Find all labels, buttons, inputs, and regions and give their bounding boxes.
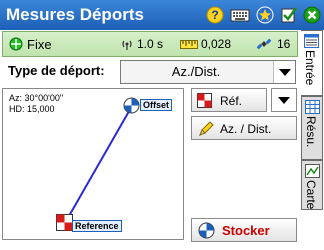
tab-entree[interactable]: Entrée <box>301 30 323 96</box>
close-icon[interactable] <box>303 6 321 24</box>
fix-status-icon <box>9 37 23 51</box>
app-title: Mesures Déports <box>6 5 144 24</box>
table-icon <box>305 100 320 114</box>
offset-type-select[interactable]: Az./Dist. <box>120 60 296 84</box>
offset-type-value: Az./Dist. <box>171 64 221 79</box>
reference-point-icon <box>56 214 73 231</box>
svg-text:?: ? <box>211 8 218 22</box>
satellite-icon <box>256 38 272 50</box>
help-icon[interactable]: ? <box>206 6 224 24</box>
reference-point-label: Reference <box>72 220 122 232</box>
tab-entree-label: Entrée <box>303 50 317 86</box>
reference-button-label: Réf. <box>220 94 243 108</box>
store-button[interactable]: Stocker <box>191 218 297 242</box>
tab-carte-label: Carte <box>304 180 318 210</box>
favorites-star-icon[interactable] <box>256 6 274 24</box>
offset-line <box>64 105 133 224</box>
offset-type-label: Type de déport: <box>8 63 105 78</box>
reference-button[interactable]: Réf. <box>191 88 267 112</box>
check-icon[interactable] <box>280 6 298 24</box>
interval-text: 1.0 s <box>137 37 164 51</box>
tab-resultats[interactable]: Résu. <box>301 96 323 160</box>
az-dist-button[interactable]: Az. / Dist. <box>191 116 297 140</box>
precision-text: 0,028 <box>201 37 232 51</box>
offset-graph: Az: 30°00'00" HD: 15,000 Offset Referenc… <box>2 88 184 240</box>
radio-signal-icon <box>122 40 132 50</box>
tab-resultats-label: Résu. <box>304 116 318 148</box>
chevron-down-icon <box>278 97 290 104</box>
fix-mode-text: Fixe <box>27 37 52 52</box>
title-bar: Mesures Déports ? <box>0 0 324 30</box>
store-button-label: Stocker <box>222 223 270 238</box>
keyboard-icon[interactable] <box>230 6 250 24</box>
status-bar: Fixe 1.0 s 0,028 16 <box>2 31 298 57</box>
offset-point-icon <box>123 97 140 114</box>
reference-dropdown-button[interactable] <box>271 88 297 112</box>
chevron-down-icon <box>279 69 291 76</box>
reference-point-icon <box>197 93 212 108</box>
offset-point-icon <box>198 222 215 239</box>
offset-point-label: Offset <box>140 99 173 111</box>
offset-type-dropdown-button[interactable] <box>273 61 295 83</box>
map-icon <box>305 164 320 178</box>
az-dist-button-label: Az. / Dist. <box>220 122 272 136</box>
form-icon <box>304 34 319 48</box>
precision-ruler-icon <box>180 40 198 49</box>
satellite-count: 16 <box>277 37 291 51</box>
pencil-icon <box>199 121 214 136</box>
tab-carte[interactable]: Carte <box>301 160 323 210</box>
offset-diagram <box>64 105 133 224</box>
